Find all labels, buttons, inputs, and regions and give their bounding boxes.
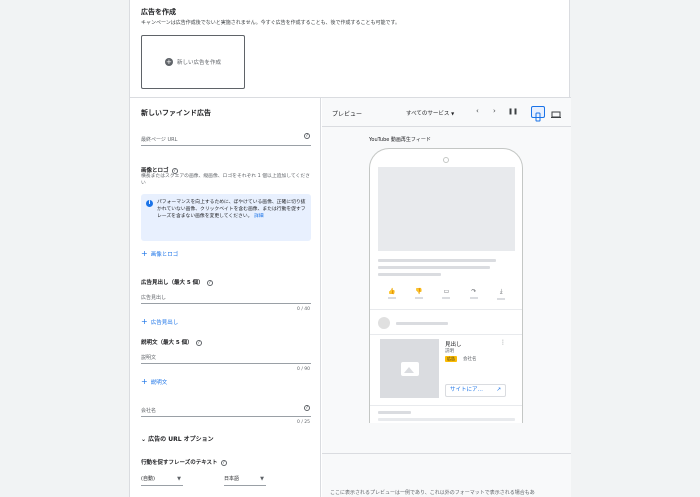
text-placeholder [378,411,411,414]
help-icon[interactable]: ? [304,405,310,411]
cta-section-title: 行動を促すフレーズのテキスト? [141,459,227,466]
description-underline [141,363,311,364]
dislike-icon: 👎 [415,288,424,302]
ad-badge: 広告 [445,356,457,362]
chevron-down-icon: ⌄ [141,436,147,443]
final-url-underline [141,145,311,146]
headlines-section-title: 広告見出し（最大 5 個）? [141,279,213,286]
help-icon[interactable]: ? [195,339,202,346]
company-name-counter: 0 / 25 [297,420,310,425]
ad-company: 会社名 [463,357,477,362]
text-placeholder [378,266,490,269]
dropdown-arrow-icon: ▼ [260,476,264,482]
plus-icon: + [141,249,148,258]
open-in-new-icon: ↗ [496,387,501,393]
ad-creation-panel: 広告を作成 キャンペーンは広告作成後でないと実施されません。今すぐ広告を作成する… [129,0,571,497]
divider [370,309,522,310]
preview-title: プレビュー [332,111,363,118]
help-icon[interactable]: ? [220,459,227,466]
help-icon[interactable]: ? [304,133,310,139]
divider [322,126,571,127]
info-icon: i [146,200,153,207]
camera-dot [443,157,449,163]
new-ad-button[interactable]: + 新しい広告を作成 [141,35,245,89]
text-placeholder [378,273,441,276]
text-placeholder [396,322,448,325]
add-description-button[interactable]: + 説明文 [141,377,167,387]
headline-counter: 0 / 40 [297,307,310,312]
page: 広告を作成 キャンペーンは広告作成後でないと実施されません。今すぐ広告を作成する… [0,0,700,497]
action-row: 👍 👎 ▭ ↷ ⤓ [378,288,515,302]
image-icon [400,361,419,376]
help-icon[interactable]: ? [206,279,213,286]
new-ad-label: 新しい広告を作成 [176,60,221,66]
plus-icon: + [141,317,148,326]
headline-underline [141,303,311,304]
feed-label: YouTube 動画再生フィード [369,137,431,143]
create-ad-title: 広告を作成 [141,8,176,16]
description-input[interactable]: 説明文 [141,354,156,361]
description-counter: 0 / 90 [297,367,310,372]
pause-icon[interactable]: ❚❚ [508,108,518,115]
preview-disclaimer: ここに表示されるプレビューは一例であり、これ以外のフォーマットで表示される場合も… [330,490,535,496]
phone-mockup: 👍 👎 ▭ ↷ ⤓ 見出し 説明 広告 会社名 ⋮ サイトにア… ↗ [369,148,523,423]
divider [322,453,571,454]
dropdown-arrow-icon: ▼ [451,111,455,116]
learn-more-link[interactable]: 詳細 [254,214,264,219]
dropdown-arrow-icon: ▼ [177,476,181,482]
ad-image-placeholder [380,339,439,398]
comment-icon: ▭ [442,288,451,302]
divider [370,405,522,406]
divider [370,334,522,335]
services-dropdown[interactable]: すべてのサービス ▼ [406,109,454,117]
info-text: パフォーマンスを向上するために、ぼやけている画像、正確に切り抜かれていない画像、… [157,200,306,219]
headline-input[interactable]: 広告見出し [141,294,166,301]
text-placeholder [378,418,515,421]
ad-cta-button: サイトにア… ↗ [445,384,506,397]
next-icon[interactable]: › [493,107,496,115]
add-headline-button[interactable]: + 広告見出し [141,317,178,327]
company-name-input[interactable]: 会社名 [141,407,156,414]
more-vert-icon: ⋮ [500,339,506,346]
mobile-device-icon[interactable] [531,106,545,122]
cta-select[interactable]: (自動) ▼ [141,474,183,486]
share-icon: ↷ [469,288,478,302]
final-url-input[interactable]: 最終ページ URL [141,136,177,143]
language-select[interactable]: 日本語 ▼ [224,474,266,486]
text-placeholder [378,259,496,262]
url-options-toggle[interactable]: ⌄ 広告の URL オプション [141,434,214,443]
editor-title: 新しいファインド広告 [141,109,211,117]
ad-description: 説明 [445,349,454,354]
like-icon: 👍 [387,288,396,302]
create-ad-subtitle: キャンペーンは広告作成後でないと実施されません。今すぐ広告を作成することも、後で… [141,20,400,26]
download-icon: ⤓ [497,288,506,302]
avatar [378,317,390,329]
previous-icon[interactable]: ‹ [476,107,479,115]
ad-editor: 新しいファインド広告 最終ページ URL ? 画像とロゴ? 横長またはスクエアの… [130,98,321,497]
ad-headline: 見出し [445,342,462,348]
video-placeholder [378,167,515,251]
images-section-description: 横長またはスクエアの画像、縦画像、ロゴをそれぞれ 1 個以上追加してください [141,174,310,186]
info-banner: i パフォーマンスを向上するために、ぼやけている画像、正確に切り抜かれていない画… [141,194,311,241]
add-images-button[interactable]: + 画像とロゴ [141,249,178,259]
add-circle-icon: + [164,58,173,66]
company-name-underline [141,416,311,417]
plus-icon: + [141,377,148,386]
desktop-device-icon[interactable] [549,106,563,118]
preview-panel: プレビュー すべてのサービス ▼ ‹ › ❚❚ YouTube 動画再生フィード… [322,98,571,497]
descriptions-section-title: 説明文（最大 5 個）? [141,339,202,346]
